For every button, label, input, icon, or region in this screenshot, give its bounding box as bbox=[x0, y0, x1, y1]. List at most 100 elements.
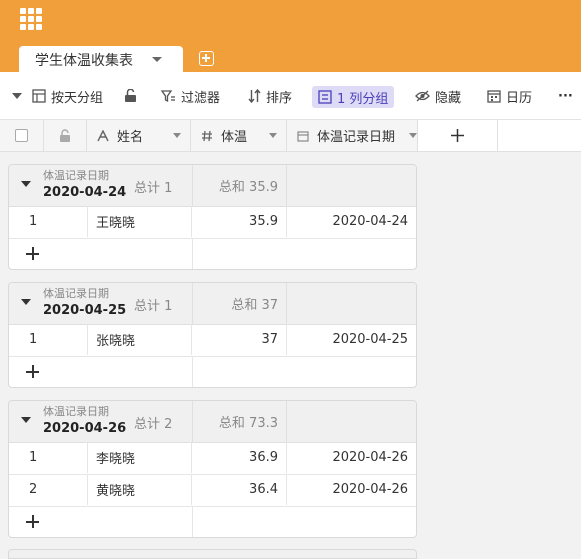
more-options-button[interactable]: ··· bbox=[558, 72, 573, 120]
lock-button[interactable] bbox=[124, 72, 142, 120]
group-field-label: 体温记录日期 bbox=[43, 405, 109, 418]
grouping-button[interactable]: 1 列分组 bbox=[312, 86, 395, 108]
divider bbox=[192, 356, 193, 387]
cell-temp[interactable]: 36.9 bbox=[192, 442, 287, 473]
chevron-down-icon[interactable] bbox=[269, 133, 277, 138]
chevron-down-icon[interactable] bbox=[173, 133, 181, 138]
divider bbox=[192, 238, 193, 269]
column-name-label: 姓名 bbox=[117, 130, 144, 145]
divider bbox=[192, 506, 193, 537]
add-row-button[interactable] bbox=[9, 238, 416, 269]
row-index: 2 bbox=[9, 474, 88, 505]
group-2020-04-24: 体温记录日期 2020-04-24 总计 1 总和 35.9 1 王晓晓 35.… bbox=[8, 164, 417, 270]
filter-label: 过滤器 bbox=[181, 90, 221, 106]
hide-label: 隐藏 bbox=[435, 90, 462, 106]
cell-name[interactable]: 张晓晓 bbox=[88, 324, 192, 355]
hide-fields-button[interactable]: 隐藏 bbox=[415, 72, 461, 120]
collapse-toggle-icon[interactable] bbox=[21, 299, 31, 305]
group-count: 总计 2 bbox=[134, 417, 173, 432]
caret-down-icon bbox=[12, 93, 22, 99]
column-date-label: 体温记录日期 bbox=[317, 130, 396, 145]
calendar-button[interactable]: 日历 bbox=[487, 72, 532, 120]
chevron-down-icon[interactable] bbox=[409, 133, 417, 138]
table-row[interactable]: 1 王晓晓 35.9 2020-04-24 bbox=[9, 206, 416, 239]
cell-temp[interactable]: 36.4 bbox=[192, 474, 287, 505]
plus-icon bbox=[26, 365, 39, 378]
group-value: 2020-04-26 bbox=[43, 421, 127, 436]
cell-date[interactable]: 2020-04-25 bbox=[287, 324, 416, 355]
cell-name[interactable]: 王晓晓 bbox=[88, 206, 192, 237]
eye-off-icon bbox=[415, 90, 430, 102]
column-date[interactable]: 体温记录日期 bbox=[287, 120, 418, 151]
grouping-icon bbox=[318, 90, 332, 104]
date-field-icon bbox=[297, 130, 309, 142]
table-tab-label: 学生体温收集表 bbox=[35, 53, 133, 69]
cell-temp[interactable]: 35.9 bbox=[192, 206, 287, 237]
column-header-row: 姓名 体温 体温记录日期 bbox=[0, 120, 418, 152]
sort-button[interactable]: 排序 bbox=[248, 72, 292, 120]
group-field-label: 体温记录日期 bbox=[43, 287, 109, 300]
text-field-icon bbox=[97, 129, 109, 141]
next-group-edge bbox=[8, 549, 417, 559]
table-row[interactable]: 1 李晓晓 36.9 2020-04-26 bbox=[9, 442, 416, 475]
header-filler bbox=[498, 120, 581, 152]
calendar-icon bbox=[487, 90, 501, 103]
column-temp-label: 体温 bbox=[221, 130, 248, 145]
table-row[interactable]: 1 张晓晓 37 2020-04-25 bbox=[9, 324, 416, 357]
column-name[interactable]: 姓名 bbox=[87, 120, 191, 151]
chevron-down-icon[interactable] bbox=[152, 57, 162, 62]
cell-date[interactable]: 2020-04-26 bbox=[287, 474, 416, 505]
group-2020-04-26: 体温记录日期 2020-04-26 总计 2 总和 73.3 1 李晓晓 36.… bbox=[8, 400, 417, 538]
column-temp[interactable]: 体温 bbox=[191, 120, 287, 151]
cell-name[interactable]: 黄晓晓 bbox=[88, 474, 192, 505]
row-index: 1 bbox=[9, 206, 88, 237]
add-row-button[interactable] bbox=[9, 356, 416, 387]
table-icon bbox=[32, 89, 46, 103]
group-sum: 总和 37 bbox=[192, 283, 287, 324]
lock-icon bbox=[60, 128, 70, 142]
add-table-icon[interactable] bbox=[199, 51, 214, 66]
group-header: 体温记录日期 2020-04-26 总计 2 总和 73.3 bbox=[9, 401, 416, 443]
group-value: 2020-04-24 bbox=[43, 185, 127, 200]
group-by-day-label: 按天分组 bbox=[51, 90, 104, 106]
app-header: 学生体温收集表 bbox=[0, 0, 581, 72]
grouping-label: 1 列分组 bbox=[337, 91, 389, 107]
add-column-button[interactable] bbox=[418, 120, 498, 152]
cell-temp[interactable]: 37 bbox=[192, 324, 287, 355]
group-value: 2020-04-25 bbox=[43, 303, 127, 318]
sort-icon bbox=[248, 89, 261, 103]
group-count: 总计 1 bbox=[134, 299, 173, 314]
sort-label: 排序 bbox=[266, 90, 293, 106]
number-field-icon bbox=[202, 130, 212, 141]
group-field-label: 体温记录日期 bbox=[43, 169, 109, 182]
table-tab[interactable]: 学生体温收集表 bbox=[19, 46, 183, 72]
collapse-toggle-icon[interactable] bbox=[21, 417, 31, 423]
plus-icon bbox=[26, 515, 39, 528]
group-header: 体温记录日期 2020-04-24 总计 1 总和 35.9 bbox=[9, 165, 416, 207]
app-grid-icon[interactable] bbox=[20, 8, 43, 31]
row-index: 1 bbox=[9, 324, 88, 355]
cell-date[interactable]: 2020-04-24 bbox=[287, 206, 416, 237]
filter-icon bbox=[161, 90, 175, 103]
plus-icon bbox=[451, 129, 464, 142]
table-row[interactable]: 2 黄晓晓 36.4 2020-04-26 bbox=[9, 474, 416, 507]
calendar-label: 日历 bbox=[506, 90, 533, 106]
group-count: 总计 1 bbox=[134, 181, 173, 196]
unlock-icon bbox=[125, 89, 136, 102]
row-index: 1 bbox=[9, 442, 88, 473]
collapse-toggle-icon[interactable] bbox=[21, 181, 31, 187]
group-sum: 总和 73.3 bbox=[192, 401, 287, 442]
group-2020-04-25: 体温记录日期 2020-04-25 总计 1 总和 37 1 张晓晓 37 20… bbox=[8, 282, 417, 388]
select-all-cell[interactable] bbox=[0, 120, 44, 151]
add-row-button[interactable] bbox=[9, 506, 416, 537]
group-sum: 总和 35.9 bbox=[192, 165, 287, 206]
filter-button[interactable]: 过滤器 bbox=[161, 72, 220, 120]
lock-column-cell[interactable] bbox=[44, 120, 87, 151]
group-by-day-button[interactable]: 按天分组 bbox=[12, 72, 103, 120]
select-all-checkbox[interactable] bbox=[15, 129, 28, 142]
plus-icon bbox=[26, 247, 39, 260]
cell-name[interactable]: 李晓晓 bbox=[88, 442, 192, 473]
group-header: 体温记录日期 2020-04-25 总计 1 总和 37 bbox=[9, 283, 416, 325]
view-toolbar: 按天分组 过滤器 排序 1 列分组 隐藏 日历 ··· bbox=[0, 72, 581, 120]
cell-date[interactable]: 2020-04-26 bbox=[287, 442, 416, 473]
